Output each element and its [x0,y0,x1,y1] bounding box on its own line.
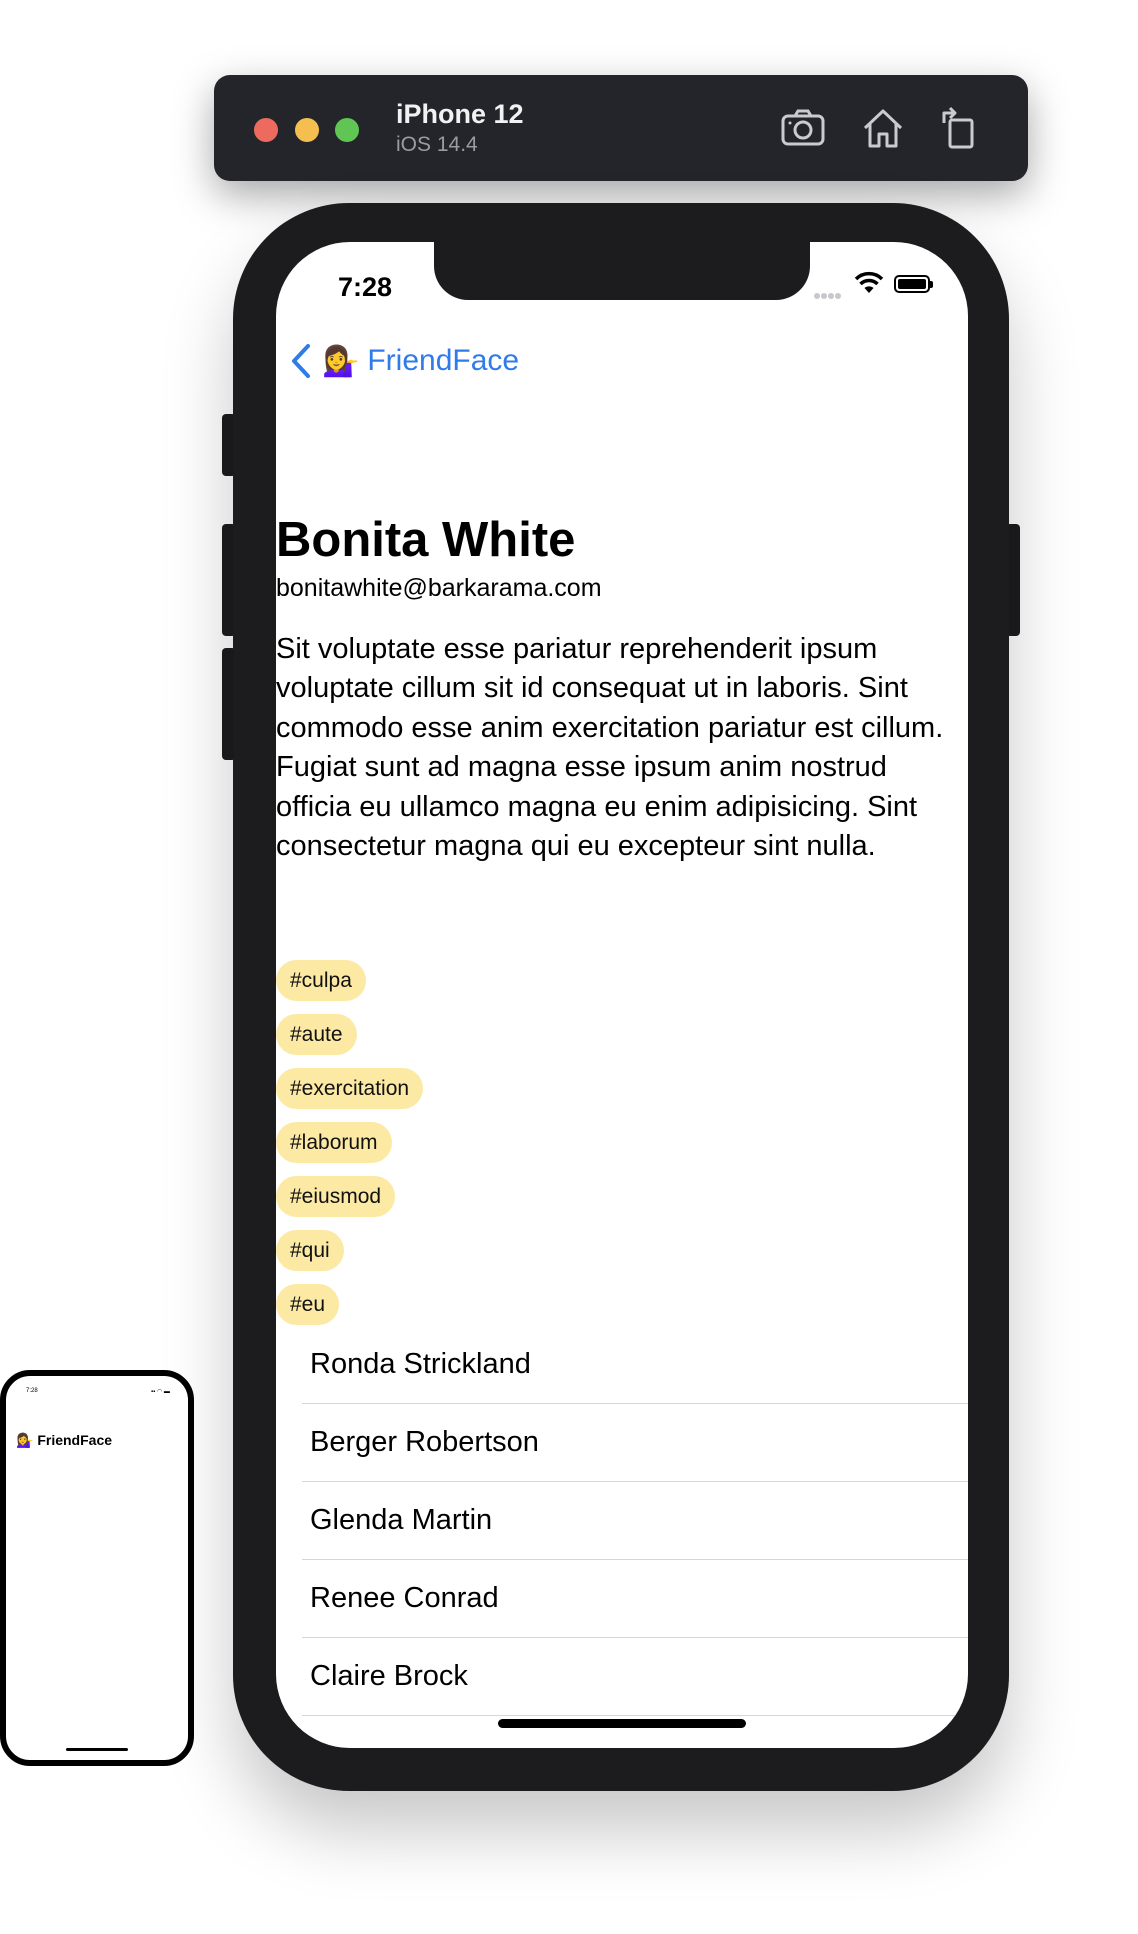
os-version: iOS 14.4 [396,133,478,156]
chevron-left-icon [292,344,310,378]
battery-icon [894,275,933,293]
signal-icon [814,286,842,304]
home-icon[interactable] [860,105,906,151]
mini-preview-phone: 7:28 ▪▪ ◠ ▬ 💁‍♀️ FriendFace [0,1370,194,1766]
friend-row[interactable]: Ronda Strickland [302,1326,968,1404]
tag: #exercitation [276,1068,424,1109]
friend-row[interactable]: Renee Conrad [302,1560,968,1638]
mini-status-time: 7:28 [26,1388,38,1394]
status-time: 7:28 [338,272,393,302]
person-tipping-hand-icon: 💁‍♀️ [322,344,360,378]
device-screen: 7:28 💁‍♀️ FriendFace Bonita White bonita… [276,242,968,1748]
mini-home-indicator [66,1748,128,1751]
friend-row[interactable]: Claire Brock [302,1638,968,1716]
simulator-toolbar: iPhone 12 iOS 14.4 [214,75,1028,181]
rotate-icon[interactable] [936,105,982,151]
device-name: iPhone 12 [396,99,524,129]
home-indicator[interactable] [498,1719,746,1728]
zoom-window-button[interactable] [335,118,359,142]
tag: #culpa [276,960,366,1001]
user-email: bonitawhite@barkarama.com [276,574,602,602]
user-about: Sit voluptate esse pariatur reprehenderi… [276,633,944,863]
back-button[interactable]: 💁‍♀️ FriendFace [288,342,519,380]
back-button-label: FriendFace [367,344,520,377]
tag: #eiusmod [276,1176,396,1217]
wifi-icon [854,271,884,293]
tag: #aute [276,1014,357,1055]
tag-list: #culpa #aute #exercitation #laborum #eiu… [276,960,424,1338]
friend-row[interactable]: Berger Robertson [302,1404,968,1482]
friend-list: Ronda Strickland Berger Robertson Glenda… [302,1326,968,1716]
screenshot-icon[interactable] [780,105,826,151]
close-window-button[interactable] [254,118,278,142]
tag: #eu [276,1284,340,1325]
minimize-window-button[interactable] [295,118,319,142]
tag: #laborum [276,1122,392,1163]
mini-status-icons: ▪▪ ◠ ▬ [151,1389,170,1395]
friend-row[interactable]: Glenda Martin [302,1482,968,1560]
user-name: Bonita White [276,513,576,567]
mini-preview-title: 💁‍♀️ FriendFace [16,1432,113,1448]
notch [434,242,810,300]
tag: #qui [276,1230,344,1271]
